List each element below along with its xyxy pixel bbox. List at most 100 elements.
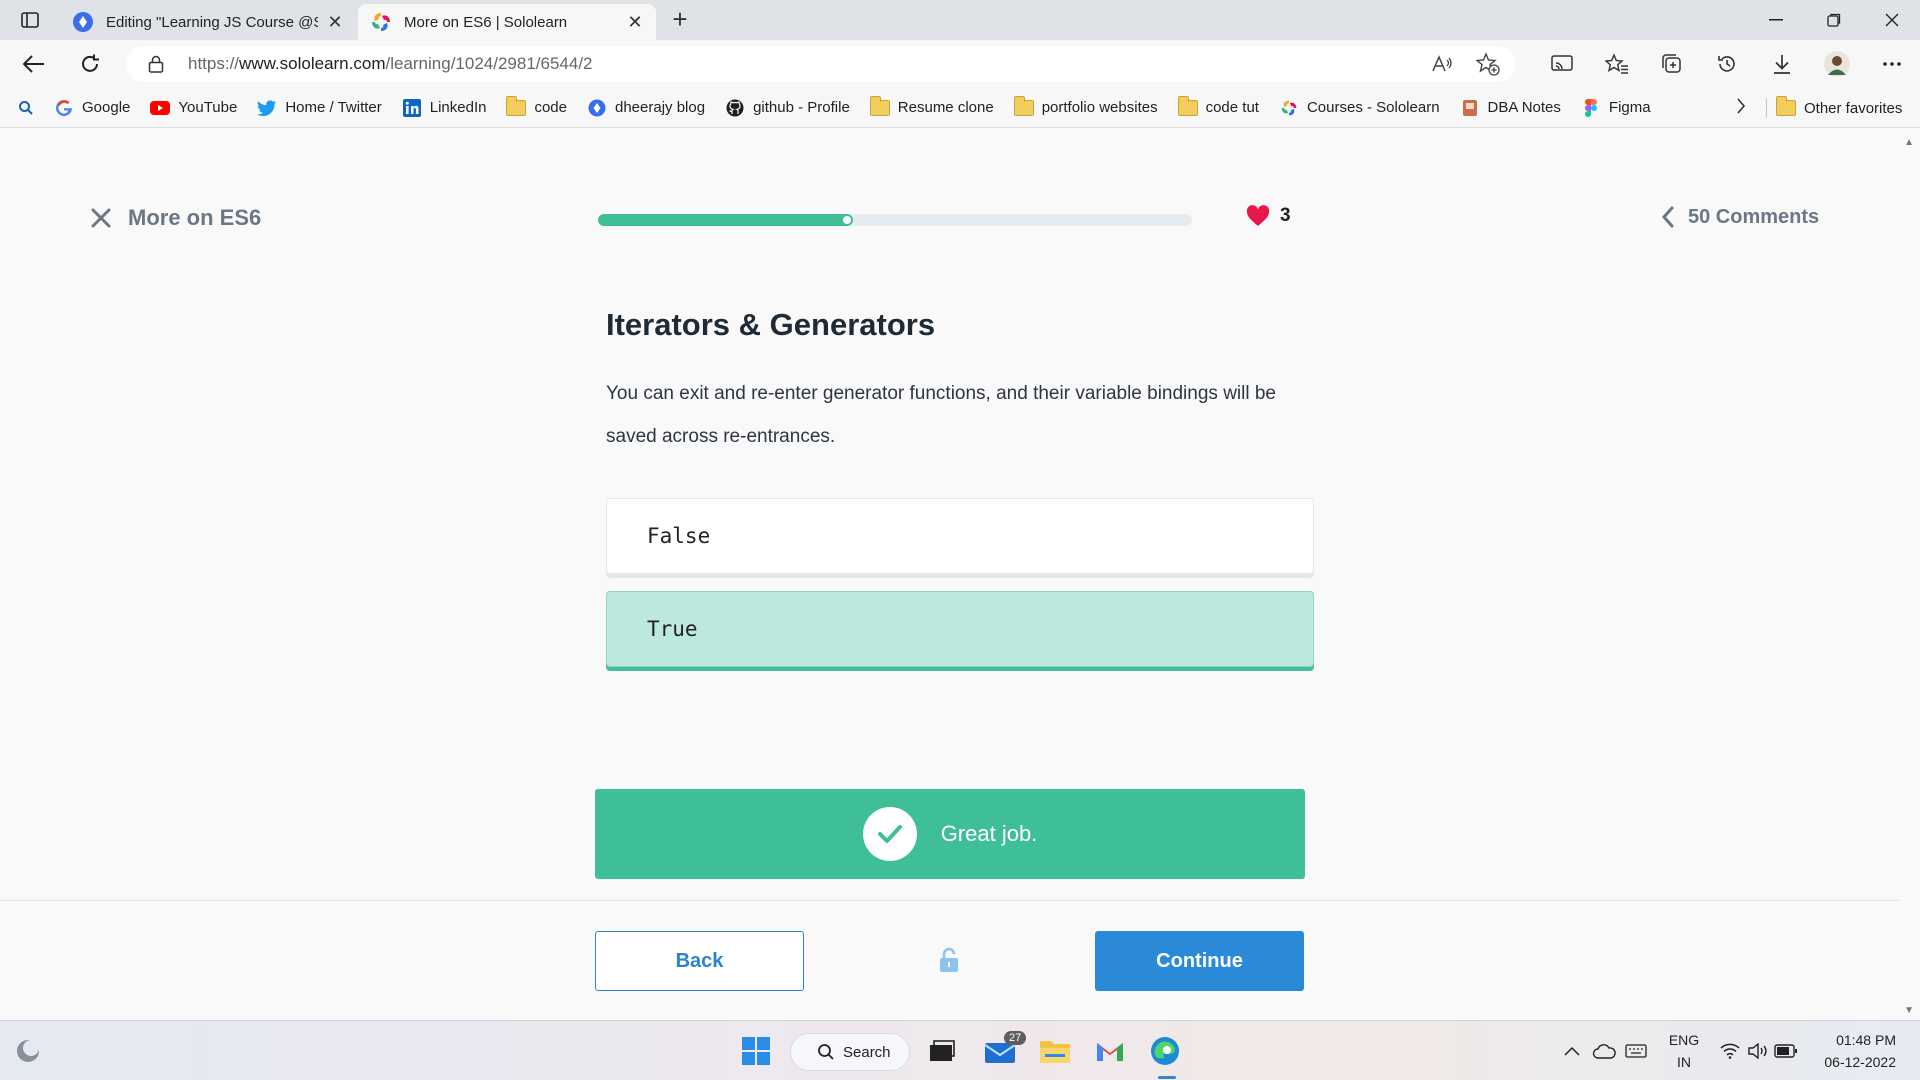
add-favorite-icon[interactable] [1474, 50, 1502, 78]
clock[interactable]: 01:48 PM 06-12-2022 [1816, 1029, 1896, 1073]
show-hidden-icons-chevron-icon[interactable] [1558, 1037, 1586, 1065]
google-icon [54, 98, 74, 118]
back-button[interactable]: Back [595, 931, 804, 991]
scroll-down-icon[interactable]: ▼ [1904, 1005, 1914, 1016]
mail-icon[interactable]: 27 [980, 1031, 1027, 1071]
region-code: IN [1677, 1054, 1691, 1070]
url-text[interactable]: https://www.sololearn.com/learning/1024/… [188, 54, 593, 74]
mail-badge: 27 [1004, 1031, 1027, 1045]
quick-settings[interactable] [1716, 1021, 1800, 1080]
read-aloud-icon[interactable] [1428, 50, 1456, 78]
progress-fill [598, 214, 854, 226]
url-host: www.sololearn.com [239, 54, 386, 73]
url-path: /learning/1024/2981/6544/2 [385, 54, 593, 73]
comments-link[interactable]: 50 Comments [1660, 205, 1819, 229]
heart-icon [1246, 205, 1270, 227]
favorite-courses-sololearn[interactable]: Courses - Sololearn [1279, 98, 1440, 118]
back-arrow-icon[interactable] [18, 48, 50, 80]
profile-avatar[interactable] [1809, 48, 1864, 80]
favorite-google[interactable]: Google [54, 98, 130, 118]
tab-title: Editing "Learning JS Course @Sololearn" [106, 13, 318, 31]
page-scrollbar[interactable]: ▲ ▼ [1900, 129, 1920, 1020]
new-tab-button[interactable]: + [666, 6, 694, 34]
favorite-dba-notes[interactable]: DBA Notes [1460, 98, 1561, 118]
task-view-icon[interactable] [922, 1031, 962, 1071]
favorites-divider [1766, 98, 1767, 118]
edge-browser-icon[interactable] [1145, 1031, 1185, 1071]
chevron-right-icon[interactable] [1736, 98, 1746, 119]
downloads-icon[interactable] [1754, 48, 1809, 80]
lesson-progress-bar [598, 214, 1192, 226]
minimize-icon[interactable] [1748, 0, 1804, 40]
favorite-label: Courses - Sololearn [1306, 99, 1440, 116]
keyboard-icon[interactable] [1622, 1037, 1650, 1065]
favorite-label: Resume clone [897, 99, 994, 116]
language-code: ENG [1668, 1032, 1700, 1048]
taskbar-search[interactable]: Search [790, 1033, 910, 1071]
close-tab-icon[interactable]: ✕ [326, 12, 344, 33]
close-tab-icon[interactable]: ✕ [626, 12, 644, 33]
favorite-label: github - Profile [753, 99, 850, 116]
favorite-label: dheerajy blog [615, 99, 706, 116]
favorite-youtube[interactable]: YouTube [150, 98, 237, 118]
favorites-search-icon[interactable] [18, 100, 34, 116]
github-icon [725, 98, 745, 118]
weather-widget-icon[interactable] [14, 1037, 42, 1065]
favorite-label: Other favorites [1804, 99, 1903, 117]
figma-icon [1581, 98, 1601, 118]
input-language[interactable]: ENG IN [1666, 1029, 1702, 1073]
favorite-portfolio-websites-folder[interactable]: portfolio websites [1013, 95, 1158, 118]
file-explorer-icon[interactable] [1035, 1031, 1075, 1071]
favorite-other-favorites[interactable]: Other favorites [1776, 88, 1902, 128]
favorite-github[interactable]: github - Profile [725, 98, 850, 118]
favorite-label: portfolio websites [1041, 99, 1158, 116]
favorites-bar: Google YouTube Home / Twitter LinkedIn c… [0, 88, 1920, 128]
check-icon [862, 807, 917, 861]
start-windows-icon[interactable] [736, 1031, 776, 1071]
favorite-label: YouTube [178, 99, 238, 116]
continue-button[interactable]: Continue [1095, 931, 1304, 991]
chevron-left-icon [1660, 205, 1676, 229]
favorites-icon[interactable] [1589, 48, 1644, 80]
refresh-icon[interactable] [74, 48, 106, 80]
favorite-figma[interactable]: Figma [1581, 98, 1651, 118]
scroll-up-icon[interactable]: ▲ [1904, 137, 1914, 148]
folder-icon [1776, 96, 1796, 118]
favorite-resume-clone-folder[interactable]: Resume clone [869, 95, 994, 118]
favorite-dheerajy-blog[interactable]: dheerajy blog [587, 98, 705, 118]
active-app-indicator [1158, 1076, 1176, 1079]
favorite-code-folder[interactable]: code [506, 95, 567, 118]
collections-icon[interactable] [1644, 48, 1699, 80]
tab-title: More on ES6 | Sololearn [404, 13, 568, 31]
feedback-message: Great job. [940, 821, 1038, 846]
window-close-icon[interactable] [1864, 0, 1920, 40]
cast-icon[interactable] [1534, 48, 1589, 80]
folder-icon [869, 95, 890, 118]
history-icon[interactable] [1699, 48, 1754, 80]
more-options-icon[interactable] [1864, 48, 1919, 80]
browser-tab-strip: Editing "Learning JS Course @Sololearn" … [0, 0, 1920, 40]
tab-actions-icon[interactable] [16, 8, 44, 32]
address-bar[interactable]: https://www.sololearn.com/learning/1024/… [126, 46, 1516, 82]
favorite-twitter[interactable]: Home / Twitter [257, 98, 382, 118]
gmail-icon[interactable] [1090, 1031, 1130, 1071]
favorite-linkedin[interactable]: LinkedIn [402, 98, 486, 118]
favorite-label: Home / Twitter [285, 99, 382, 116]
browser-tab-sololearn[interactable]: More on ES6 | Sololearn ✕ [358, 4, 656, 40]
browser-tab-editing[interactable]: Editing "Learning JS Course @Sololearn" … [60, 4, 356, 40]
favorite-code-tut-folder[interactable]: code tut [1177, 95, 1259, 118]
onedrive-cloud-icon[interactable] [1590, 1037, 1618, 1065]
answer-option-true[interactable]: True [606, 591, 1314, 667]
lock-icon[interactable] [148, 55, 164, 73]
question-text: You can exit and re-enter generator func… [606, 383, 1276, 447]
sololearn-icon [1279, 98, 1299, 118]
favorite-label: code tut [1205, 99, 1259, 116]
restore-icon[interactable] [1806, 0, 1862, 40]
question-title: Iterators & Generators [606, 307, 936, 342]
lives-count: 3 [1280, 205, 1291, 226]
close-lesson-icon[interactable] [90, 207, 112, 229]
linkedin-icon [402, 98, 422, 118]
answer-option-false[interactable]: False [606, 498, 1314, 574]
folder-icon [506, 95, 527, 118]
answer-label: True [647, 617, 698, 641]
